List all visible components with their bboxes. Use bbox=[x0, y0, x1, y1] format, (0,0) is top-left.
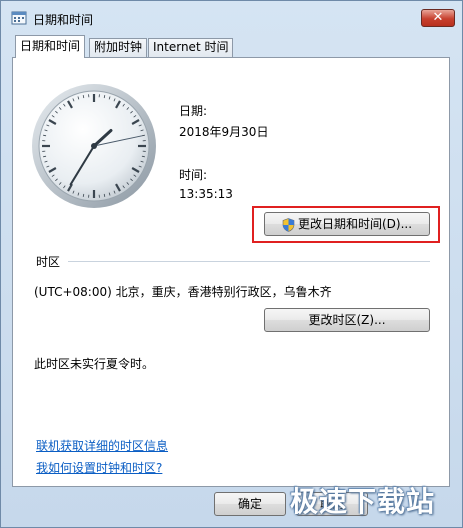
time-value: 13:35:13 bbox=[179, 187, 233, 201]
watermark: 极速下载站 bbox=[290, 485, 436, 518]
datetime-icon bbox=[11, 11, 27, 25]
tab-label: 日期和时间 bbox=[20, 39, 81, 53]
tab-date-time[interactable]: 日期和时间 bbox=[15, 35, 86, 58]
change-timezone-button[interactable]: 更改时区(Z)... bbox=[264, 308, 430, 332]
divider bbox=[68, 261, 430, 262]
tab-internet-time[interactable]: Internet 时间 bbox=[148, 38, 234, 57]
dst-note: 此时区未实行夏令时。 bbox=[34, 357, 155, 371]
change-timezone-label: 更改时区(Z)... bbox=[308, 313, 386, 327]
ok-label: 确定 bbox=[237, 497, 262, 511]
change-datetime-label: 更改日期和时间(D)... bbox=[297, 217, 413, 231]
close-icon: ✕ bbox=[432, 10, 444, 25]
close-button[interactable]: ✕ bbox=[421, 9, 455, 27]
timezone-section-label: 时区 bbox=[36, 255, 61, 269]
title-bar[interactable]: 日期和时间 ✕ bbox=[1, 1, 462, 33]
tab-label: Internet 时间 bbox=[153, 40, 229, 54]
change-datetime-button[interactable]: 更改日期和时间(D)... bbox=[264, 212, 430, 236]
date-label: 日期: bbox=[179, 104, 208, 118]
ok-button[interactable]: 确定 bbox=[214, 492, 286, 516]
date-value: 2018年9月30日 bbox=[179, 125, 269, 139]
how-to-set-clock-link[interactable]: 我如何设置时钟和时区? bbox=[36, 459, 162, 476]
tab-additional-clocks[interactable]: 附加时钟 bbox=[89, 38, 148, 57]
window-title: 日期和时间 bbox=[33, 13, 94, 27]
uac-shield-icon bbox=[282, 217, 295, 232]
time-label: 时间: bbox=[179, 168, 208, 182]
online-timezone-info-link[interactable]: 联机获取详细的时区信息 bbox=[36, 437, 168, 454]
timezone-value: (UTC+08:00) 北京，重庆，香港特别行政区，乌鲁木齐 bbox=[34, 285, 332, 299]
analog-clock bbox=[32, 84, 156, 208]
tab-label: 附加时钟 bbox=[94, 40, 143, 54]
